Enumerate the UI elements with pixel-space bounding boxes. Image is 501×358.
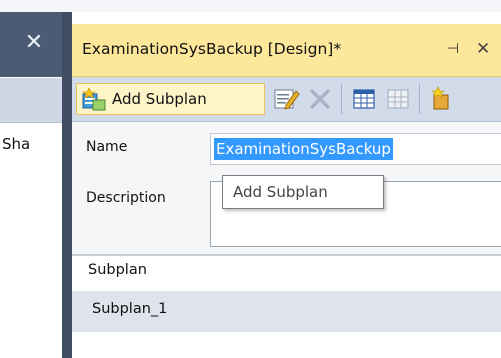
- toolbar-separator: [419, 84, 420, 114]
- subplan-column-header: Subplan: [88, 262, 147, 278]
- name-value-selected[interactable]: ExaminationSysBackup: [214, 138, 393, 160]
- subplan-grid-empty-area: [72, 332, 501, 358]
- delete-icon[interactable]: [306, 85, 334, 113]
- top-strip: [0, 0, 501, 12]
- add-subplan-button[interactable]: Add Subplan: [76, 83, 265, 115]
- subplan-row-name: Subplan_1: [92, 301, 168, 317]
- description-label: Description: [86, 190, 166, 206]
- edit-properties-icon[interactable]: [272, 85, 300, 113]
- toolbar-separator: [341, 84, 342, 114]
- schedule-grid-icon[interactable]: [350, 85, 378, 113]
- pin-icon[interactable]: ⊣: [443, 34, 463, 64]
- manage-connections-icon[interactable]: [428, 85, 456, 113]
- left-pane-close-icon[interactable]: ✕: [20, 28, 48, 58]
- add-subplan-icon: [82, 87, 106, 111]
- left-pane-text: Sha: [2, 135, 31, 153]
- pane-divider[interactable]: [62, 12, 72, 358]
- tooltip: Add Subplan: [222, 175, 384, 209]
- remove-schedule-icon[interactable]: [384, 85, 412, 113]
- document-close-icon[interactable]: ✕: [476, 34, 501, 64]
- name-label: Name: [86, 139, 128, 155]
- left-pane-content: [0, 123, 62, 358]
- add-subplan-label: Add Subplan: [112, 90, 207, 108]
- left-pane-toolbar: [0, 78, 62, 123]
- document-tab-title: ExaminationSysBackup [Design]*: [82, 40, 342, 58]
